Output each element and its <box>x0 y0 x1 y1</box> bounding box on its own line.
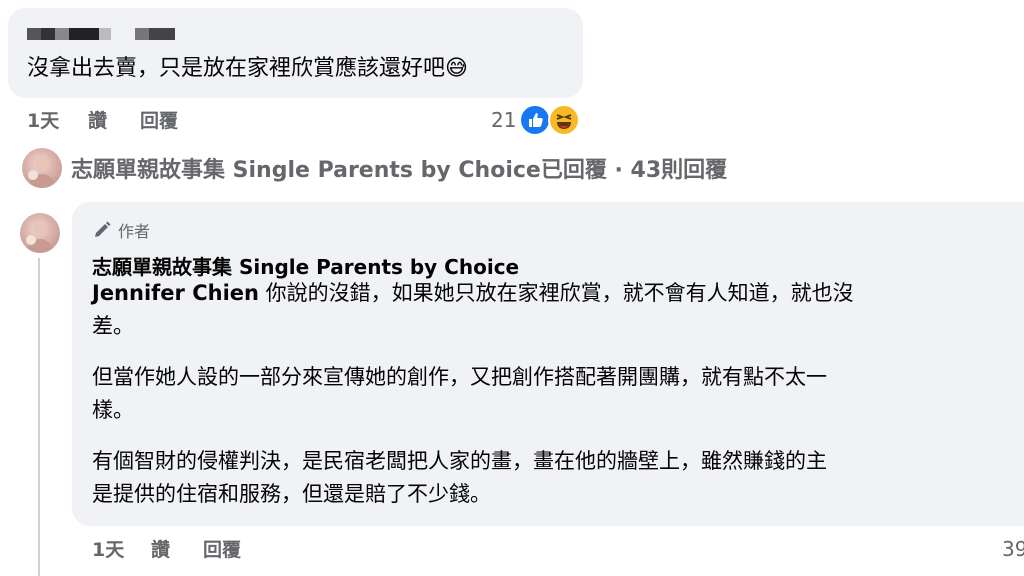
reaction-count[interactable]: 21 <box>491 108 516 132</box>
author-badge: 作者 <box>92 218 150 242</box>
thread-line <box>38 258 40 576</box>
avatar[interactable] <box>22 148 62 188</box>
paragraph-1-line-1: Jennifer Chien 你說的沒錯，如果她只放在家裡欣賞，就不會有人知道，… <box>92 277 1024 310</box>
reply-like-button[interactable]: 讚 <box>151 535 170 562</box>
reply-time[interactable]: 1天 <box>92 535 124 562</box>
reply-body: Jennifer Chien 你說的沒錯，如果她只放在家裡欣賞，就不會有人知道，… <box>92 277 1024 511</box>
pencil-icon <box>95 221 111 237</box>
redacted-name-2 <box>135 28 175 40</box>
reply-avatar[interactable] <box>20 213 60 253</box>
author-badge-label: 作者 <box>118 222 151 241</box>
comment-text-body: 沒拿出去賣，只是放在家裡欣賞應該還好吧 <box>27 56 446 81</box>
grin-sweat-emoji: 😅 <box>445 56 468 81</box>
paragraph-3-line-1: 有個智財的侵權判決，是民宿老闆把人家的畫，畫在他的牆壁上，雖然賺錢的主 <box>92 449 827 473</box>
paragraph-1-line-2: 差。 <box>92 314 134 338</box>
like-button[interactable]: 讚 <box>88 106 107 133</box>
reply-reaction-count[interactable]: 39 <box>1002 537 1024 561</box>
haha-icon <box>548 104 580 136</box>
replies-summary[interactable]: 志願單親故事集 Single Parents by Choice已回覆 · 43… <box>71 152 727 184</box>
paragraph-1-text: 你說的沒錯，如果她只放在家裡欣賞，就不會有人知道，就也沒 <box>258 281 854 305</box>
mention-link[interactable]: Jennifer Chien <box>92 281 259 305</box>
comment-time[interactable]: 1天 <box>27 106 59 133</box>
reply-button[interactable]: 回覆 <box>140 106 178 133</box>
paragraph-3-line-2: 是提供的住宿和服務，但還是賠了不少錢。 <box>92 482 491 506</box>
paragraph-2-line-1: 但當作她人設的一部分來宣傳她的創作，又把創作搭配著開團購，就有點不太一 <box>92 365 827 389</box>
like-icon <box>519 104 551 136</box>
paragraph-2-line-2: 樣。 <box>92 398 134 422</box>
redacted-name <box>27 28 111 40</box>
comment-text: 沒拿出去賣，只是放在家裡欣賞應該還好吧😅 <box>27 52 468 85</box>
reply-reply-button[interactable]: 回覆 <box>203 535 241 562</box>
reply-author[interactable]: 志願單親故事集 Single Parents by Choice <box>92 251 519 280</box>
